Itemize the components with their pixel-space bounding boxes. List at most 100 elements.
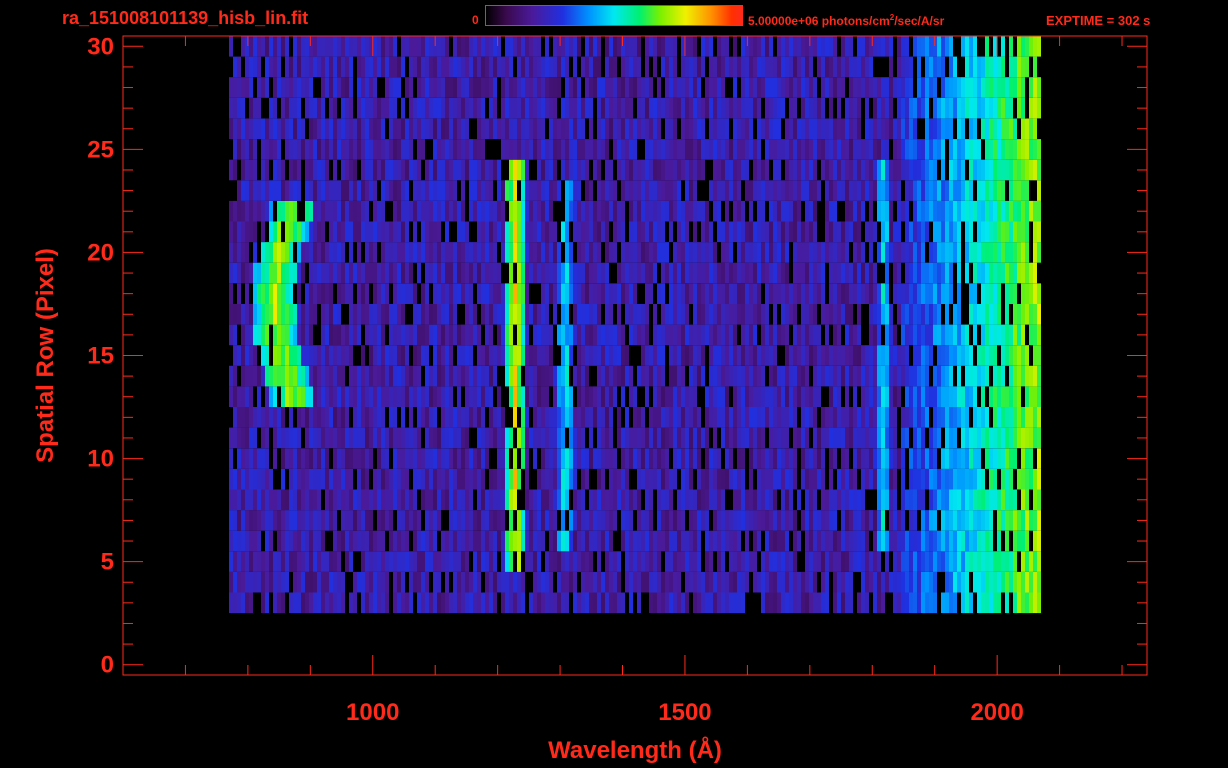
heatmap-cell: [301, 448, 305, 469]
heatmap-cell: [385, 365, 389, 387]
heatmap-cell: [445, 97, 449, 119]
heatmap-cell: [273, 77, 277, 98]
heatmap-cell: [917, 365, 921, 387]
heatmap-cell: [233, 468, 237, 490]
heatmap-cell: [417, 530, 421, 552]
heatmap-cell: [489, 592, 493, 614]
heatmap-cell: [1037, 448, 1041, 469]
heatmap-cell: [985, 448, 989, 469]
heatmap-cell: [405, 592, 409, 614]
heatmap-cell: [253, 139, 257, 160]
heatmap-cell: [477, 345, 481, 366]
heatmap-cell: [773, 304, 777, 325]
heatmap-cell: [985, 345, 989, 366]
heatmap-cell: [237, 448, 241, 469]
heatmap-cell: [585, 139, 589, 160]
heatmap-cell: [1025, 242, 1029, 263]
heatmap-cell: [889, 407, 893, 428]
heatmap-cell: [697, 118, 701, 140]
heatmap-cell: [1017, 365, 1021, 387]
heatmap-cell: [1033, 97, 1037, 119]
heatmap-cell: [769, 427, 773, 449]
heatmap-cell: [425, 592, 429, 614]
heatmap-cell: [517, 427, 521, 449]
heatmap-cell: [997, 283, 1001, 304]
heatmap-cell: [897, 221, 901, 243]
heatmap-cell: [853, 530, 857, 552]
heatmap-cell: [761, 242, 765, 263]
heatmap-cell: [409, 489, 413, 511]
heatmap-cell: [733, 592, 737, 614]
heatmap-cell: [385, 427, 389, 449]
heatmap-cell: [305, 489, 309, 511]
heatmap-cell: [829, 221, 833, 243]
heatmap-cell: [833, 283, 837, 304]
heatmap-cell: [369, 139, 373, 160]
heatmap-cell: [821, 468, 825, 490]
heatmap-cell: [705, 571, 709, 593]
heatmap-cell: [901, 510, 905, 531]
heatmap-cell: [333, 200, 337, 222]
heatmap-cell: [933, 365, 937, 387]
heatmap-cell: [341, 571, 345, 593]
heatmap-cell: [261, 592, 265, 614]
heatmap-cell: [661, 386, 665, 407]
heatmap-cell: [849, 180, 853, 201]
heatmap-cell: [349, 448, 353, 469]
heatmap-cell: [629, 489, 633, 511]
heatmap-cell: [1017, 262, 1021, 284]
heatmap-cell: [393, 324, 397, 346]
heatmap-cell: [693, 242, 697, 263]
heatmap-cell: [821, 510, 825, 531]
heatmap-cell: [529, 489, 533, 511]
heatmap-cell: [677, 448, 681, 469]
heatmap-cell: [453, 468, 457, 490]
heatmap-cell: [369, 242, 373, 263]
heatmap-cell: [769, 200, 773, 222]
heatmap-cell: [577, 180, 581, 201]
heatmap-cell: [797, 283, 801, 304]
heatmap-cell: [285, 139, 289, 160]
heatmap-cell: [973, 571, 977, 593]
heatmap-cell: [593, 489, 597, 511]
heatmap-cell: [441, 139, 445, 160]
heatmap-cell: [261, 221, 265, 243]
heatmap-cell: [453, 118, 457, 140]
heatmap-cell: [761, 200, 765, 222]
heatmap-cell: [405, 262, 409, 284]
heatmap-cell: [1033, 118, 1037, 140]
heatmap-cell: [469, 77, 473, 98]
heatmap-cell: [449, 304, 453, 325]
heatmap-cell: [861, 56, 865, 78]
heatmap-cell: [745, 489, 749, 511]
heatmap-cell: [657, 448, 661, 469]
heatmap-cell: [929, 159, 933, 181]
heatmap-cell: [293, 386, 297, 407]
heatmap-cell: [389, 427, 393, 449]
heatmap-cell: [1021, 139, 1025, 160]
heatmap-cell: [261, 262, 265, 284]
heatmap-cell: [821, 304, 825, 325]
heatmap-cell: [441, 489, 445, 511]
heatmap-cell: [953, 510, 957, 531]
heatmap-cell: [229, 489, 233, 511]
heatmap-cell: [269, 36, 273, 57]
heatmap-cell: [793, 180, 797, 201]
heatmap-cell: [929, 36, 933, 57]
heatmap-cell: [681, 262, 685, 284]
heatmap-cell: [473, 592, 477, 614]
heatmap-cell: [589, 200, 593, 222]
heatmap-cell: [385, 510, 389, 531]
heatmap-cell: [825, 56, 829, 78]
heatmap-cell: [565, 56, 569, 78]
heatmap-cell: [405, 324, 409, 346]
heatmap-cell: [449, 386, 453, 407]
heatmap-cell: [285, 180, 289, 201]
heatmap-cell: [609, 283, 613, 304]
heatmap-cell: [565, 180, 569, 201]
heatmap-cell: [417, 159, 421, 181]
heatmap-cell: [617, 365, 621, 387]
heatmap-cell: [561, 262, 565, 284]
heatmap-cell: [317, 592, 321, 614]
heatmap-cell: [509, 510, 513, 531]
